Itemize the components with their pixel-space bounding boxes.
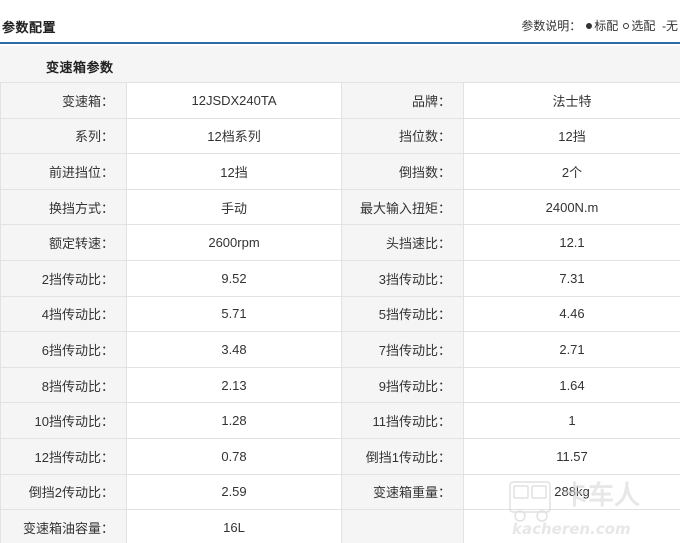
legend-optional: 选配 [631, 19, 656, 33]
param-label [341, 509, 464, 543]
table-row: 倒挡2传动比： 2.59 变速箱重量： 288kg [0, 473, 680, 511]
table-row: 变速箱油容量： 16L [0, 509, 680, 543]
param-value: 12JSDX240TA [126, 82, 342, 119]
param-label: 12挡传动比： [0, 437, 127, 475]
params-table: 变速箱： 12JSDX240TA 品牌： 法士特 系列： 12档系列 挡位数： 12挡 前进挡位… [0, 82, 680, 543]
section-title: 变速箱参数 [46, 60, 114, 75]
param-value: 12挡 [463, 117, 680, 155]
table-row: 额定转速： 2600rpm 头挡速比： 12.1 [0, 224, 680, 261]
filled-dot-icon [586, 23, 593, 30]
param-value: 法士特 [463, 82, 680, 119]
param-label: 最大输入扭矩： [341, 188, 464, 226]
param-value: 11.57 [463, 437, 680, 475]
param-value: 2个 [463, 153, 680, 190]
param-value: 9.52 [126, 259, 342, 297]
param-value: 1.28 [126, 402, 342, 439]
table-row: 2挡传动比： 9.52 3挡传动比： 7.31 [0, 259, 680, 297]
param-value: 1.64 [463, 366, 680, 404]
param-value: 4.46 [463, 295, 680, 333]
legend-none: -无 [662, 19, 678, 33]
param-label: 8挡传动比： [0, 366, 127, 404]
table-row: 6挡传动比： 3.48 7挡传动比： 2.71 [0, 331, 680, 368]
param-label: 9挡传动比： [341, 366, 464, 404]
param-label: 挡位数： [341, 117, 464, 155]
section-header: 变速箱参数 [0, 46, 680, 82]
legend-label: 参数说明： [521, 19, 582, 33]
hollow-dot-icon [623, 23, 630, 30]
table-row: 换挡方式： 手动 最大输入扭矩： 2400N.m [0, 188, 680, 226]
table-row: 12挡传动比： 0.78 倒挡1传动比： 11.57 [0, 437, 680, 475]
table-row: 前进挡位： 12挡 倒挡数： 2个 [0, 153, 680, 190]
param-label: 额定转速： [0, 224, 127, 261]
param-label: 倒挡2传动比： [0, 473, 127, 511]
param-label: 前进挡位： [0, 153, 127, 190]
table-row: 变速箱： 12JSDX240TA 品牌： 法士特 [0, 82, 680, 119]
table-row: 4挡传动比： 5.71 5挡传动比： 4.46 [0, 295, 680, 333]
param-label: 系列： [0, 117, 127, 155]
param-value: 2.71 [463, 331, 680, 368]
page-header: 参数配置 参数说明： 标配 选配 -无 [0, 0, 680, 44]
param-label: 倒挡数： [341, 153, 464, 190]
legend: 参数说明： 标配 选配 -无 [521, 17, 678, 34]
param-label: 10挡传动比： [0, 402, 127, 439]
param-label: 变速箱重量： [341, 473, 464, 511]
param-value: 7.31 [463, 259, 680, 297]
param-label: 4挡传动比： [0, 295, 127, 333]
param-value: 手动 [126, 188, 342, 226]
table-row: 10挡传动比： 1.28 11挡传动比： 1 [0, 402, 680, 439]
param-label: 头挡速比： [341, 224, 464, 261]
param-value: 3.48 [126, 331, 342, 368]
param-value: 0.78 [126, 437, 342, 475]
page-title: 参数配置 [2, 20, 57, 35]
param-value: 2400N.m [463, 188, 680, 226]
param-value: 12档系列 [126, 117, 342, 155]
param-value: 5.71 [126, 295, 342, 333]
param-label: 倒挡1传动比： [341, 437, 464, 475]
legend-standard: 标配 [594, 19, 619, 33]
param-label: 5挡传动比： [341, 295, 464, 333]
param-value [463, 509, 680, 543]
param-label: 变速箱： [0, 82, 127, 119]
param-value: 1 [463, 402, 680, 439]
param-value: 288kg [463, 473, 680, 511]
param-label: 3挡传动比： [341, 259, 464, 297]
param-value: 2.13 [126, 366, 342, 404]
param-label: 换挡方式： [0, 188, 127, 226]
param-value: 2600rpm [126, 224, 342, 261]
param-label: 6挡传动比： [0, 331, 127, 368]
param-label: 7挡传动比： [341, 331, 464, 368]
param-value: 16L [126, 509, 342, 543]
param-label: 品牌： [341, 82, 464, 119]
table-row: 系列： 12档系列 挡位数： 12挡 [0, 117, 680, 155]
param-value: 2.59 [126, 473, 342, 511]
table-row: 8挡传动比： 2.13 9挡传动比： 1.64 [0, 366, 680, 404]
param-value: 12挡 [126, 153, 342, 190]
param-value: 12.1 [463, 224, 680, 261]
param-label: 11挡传动比： [341, 402, 464, 439]
param-label: 2挡传动比： [0, 259, 127, 297]
param-label: 变速箱油容量： [0, 509, 127, 543]
